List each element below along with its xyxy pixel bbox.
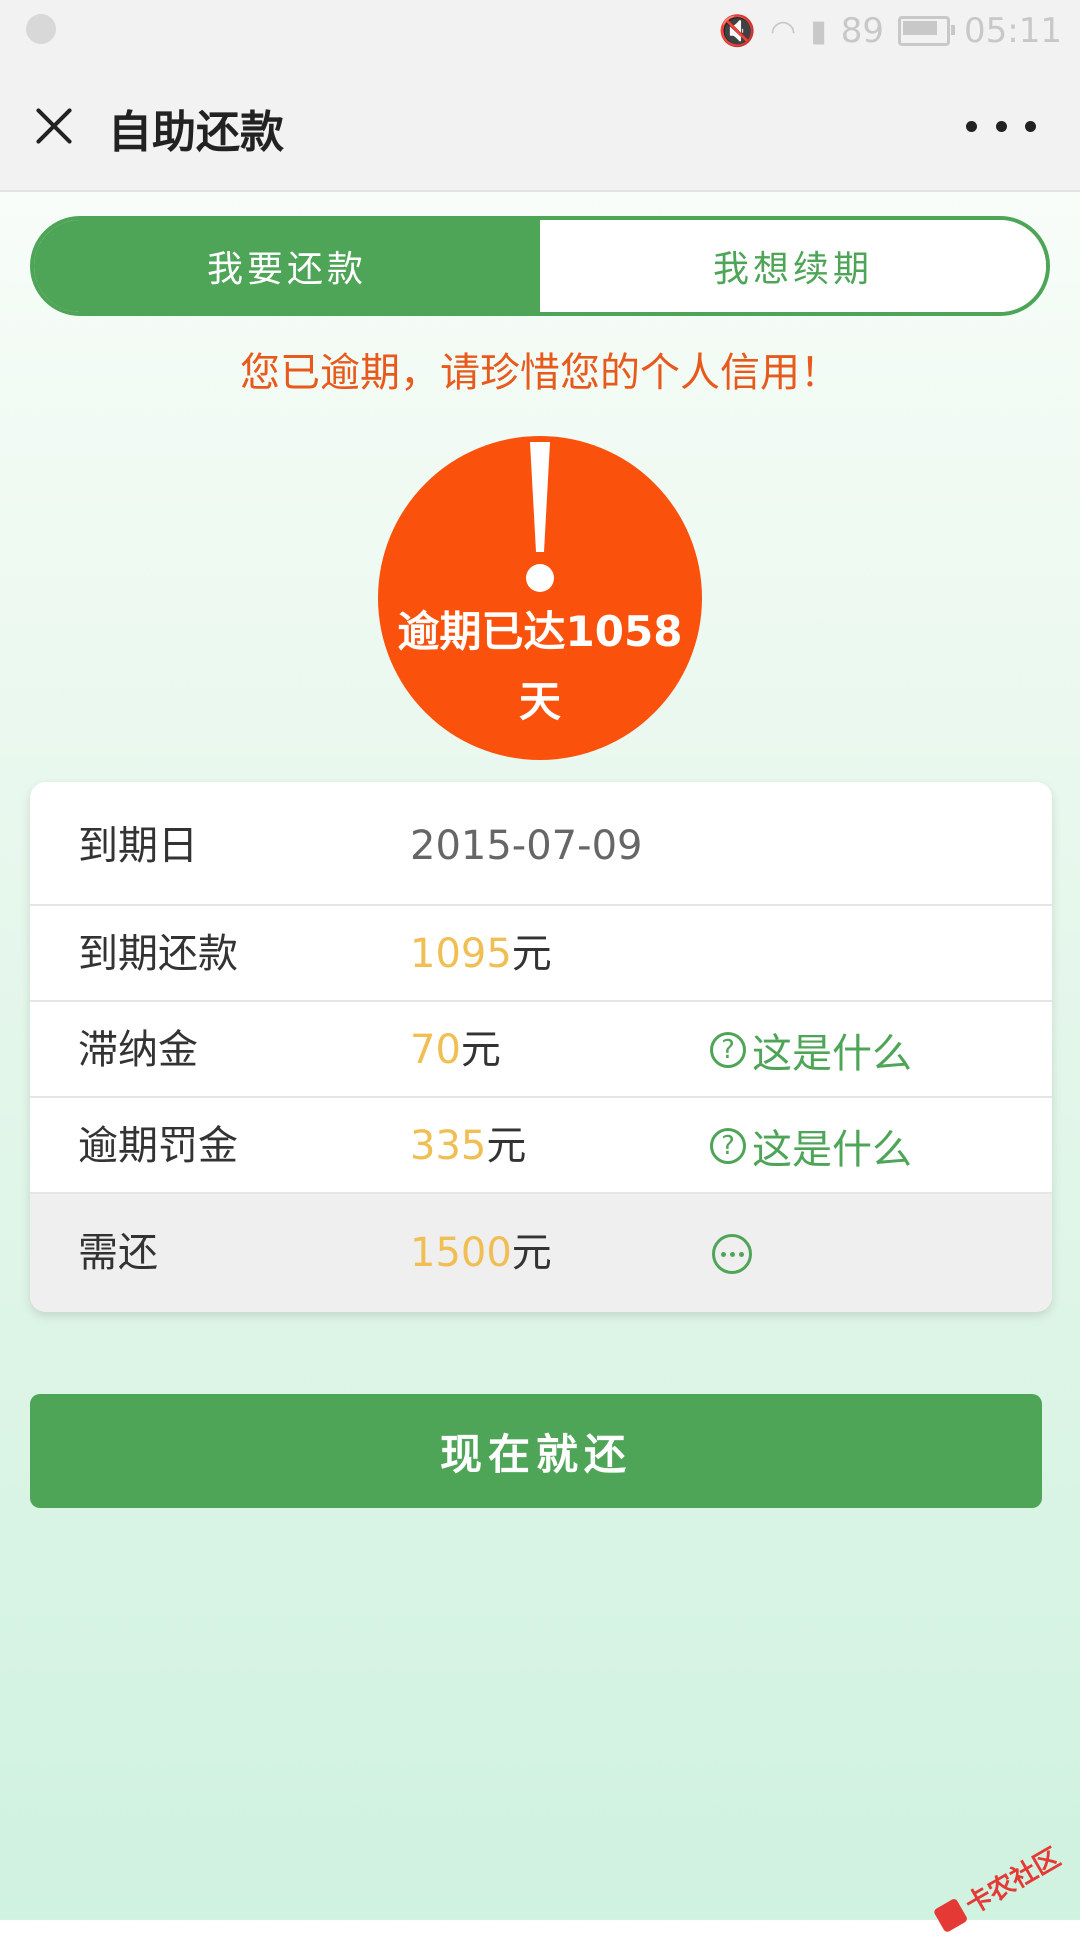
question-icon: ? — [710, 1032, 746, 1068]
watermark-text: 卡农社区 — [960, 1842, 1066, 1921]
repayment-details-card: 到期日 2015-07-09 到期还款 1095元 滞纳金 70元 ? 这是什么… — [30, 782, 1052, 1312]
signal-text: 89 — [840, 11, 885, 51]
exclamation-dot — [526, 564, 554, 592]
overdue-badge: 逾期已达1058 天 — [378, 436, 702, 760]
row-penalty: 逾期罚金 335元 ? 这是什么 — [30, 1098, 1052, 1194]
more-options-icon[interactable] — [966, 114, 1036, 138]
penalty-number: 335 — [410, 1123, 487, 1169]
penalty-help-link[interactable]: ? 这是什么 — [710, 1098, 912, 1194]
total-due-label: 需还 — [78, 1230, 158, 1276]
due-amount-value: 1095元 — [410, 906, 552, 1002]
watermark: 卡农社区 — [930, 1837, 1066, 1937]
late-fee-help-text: 这是什么 — [752, 1031, 912, 1077]
watermark-logo-icon — [932, 1897, 969, 1933]
wifi-icon: ◠ — [770, 13, 797, 49]
late-fee-label: 滞纳金 — [78, 1027, 198, 1073]
late-fee-unit: 元 — [460, 1027, 501, 1073]
total-due-unit: 元 — [511, 1230, 552, 1276]
battery-icon — [898, 16, 956, 46]
status-time: 05:11 — [964, 11, 1062, 51]
app-header: 自助还款 — [0, 62, 1080, 192]
late-fee-value: 70元 — [410, 1002, 501, 1098]
tab-repay[interactable]: 我要还款 — [34, 220, 540, 312]
due-amount-unit: 元 — [511, 931, 552, 977]
row-total-due: 需还 1500元 — [30, 1194, 1052, 1312]
more-details-icon[interactable] — [712, 1234, 752, 1274]
late-fee-help-link[interactable]: ? 这是什么 — [710, 1002, 912, 1098]
overdue-days-text: 逾期已达1058 — [397, 607, 683, 656]
due-amount-label: 到期还款 — [78, 931, 238, 977]
overdue-warning: 您已逾期，请珍惜您的个人信用！ — [240, 350, 840, 396]
close-icon[interactable] — [26, 98, 82, 154]
penalty-label: 逾期罚金 — [78, 1123, 238, 1169]
row-late-fee: 滞纳金 70元 ? 这是什么 — [30, 1002, 1052, 1098]
penalty-unit: 元 — [486, 1123, 527, 1169]
penalty-help-text: 这是什么 — [752, 1127, 912, 1173]
question-icon: ? — [710, 1128, 746, 1164]
penalty-value: 335元 — [410, 1098, 526, 1194]
due-date-text: 2015-07-09 — [410, 823, 643, 869]
status-icons: 🔇 ◠ ▮ 89 05:11 — [719, 8, 1062, 54]
late-fee-number: 70 — [410, 1027, 461, 1073]
repay-tabs: 我要还款 我想续期 — [30, 216, 1050, 316]
page-title: 自助还款 — [108, 107, 284, 158]
due-amount-number: 1095 — [410, 931, 512, 977]
total-due-number: 1500 — [410, 1230, 512, 1276]
due-date-label: 到期日 — [78, 823, 198, 869]
mute-icon: 🔇 — [718, 13, 757, 49]
pay-now-button[interactable]: 现在就还 — [30, 1394, 1042, 1508]
due-date-value: 2015-07-09 — [410, 782, 642, 906]
app-notification-icon — [26, 14, 56, 44]
exclamation-icon — [530, 442, 550, 552]
total-due-value: 1500元 — [410, 1194, 552, 1312]
signal-icon: ▮ — [810, 13, 827, 49]
overdue-days-unit: 天 — [518, 677, 561, 726]
row-due-amount: 到期还款 1095元 — [30, 906, 1052, 1002]
tab-renew[interactable]: 我想续期 — [540, 220, 1046, 312]
status-bar: 🔇 ◠ ▮ 89 05:11 — [0, 0, 1080, 62]
row-due-date: 到期日 2015-07-09 — [30, 782, 1052, 906]
